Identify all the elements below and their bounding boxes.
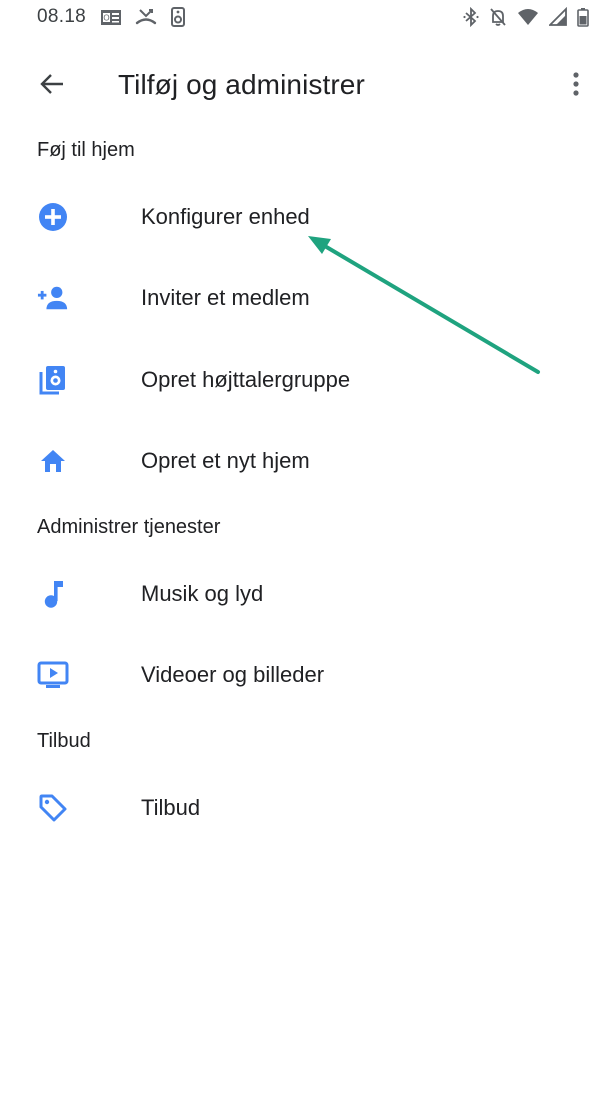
person-add-icon (37, 282, 69, 314)
section-header-offers: Tilbud (37, 730, 91, 752)
section-header-manage-services: Administrer tjenester (37, 516, 221, 538)
list-item-label: Opret et nyt hjem (141, 448, 310, 473)
list-item-videos-photos[interactable]: Videoer og billeder (0, 638, 607, 712)
list-item-invite-member[interactable]: Inviter et medlem (0, 261, 607, 335)
back-button[interactable] (30, 67, 74, 105)
status-icons-left: O (100, 5, 186, 29)
home-icon (37, 445, 69, 477)
list-item-create-new-home[interactable]: Opret et nyt hjem (0, 424, 607, 498)
list-item-label: Musik og lyd (141, 581, 264, 606)
outlook-icon: O (100, 7, 122, 27)
page-title: Tilføj og administrer (118, 69, 365, 100)
list-item-create-speaker-group[interactable]: Opret højttalergruppe (0, 343, 607, 417)
speaker-group-icon (37, 364, 69, 396)
list-item-music-audio[interactable]: Musik og lyd (0, 557, 607, 631)
more-vert-icon (572, 71, 580, 102)
list-item-label: Videoer og billeder (141, 662, 325, 687)
missed-call-icon (134, 7, 158, 27)
list-item-offers[interactable]: Tilbud (0, 771, 607, 845)
signal-icon (549, 7, 567, 27)
speaker-icon (170, 7, 186, 27)
list-item-label: Tilbud (141, 795, 201, 820)
list-item-label: Opret højttalergruppe (141, 367, 351, 392)
notifications-off-icon (489, 7, 507, 27)
add-circle-icon (37, 201, 69, 233)
list-item-setup-device[interactable]: Konfigurer enhed (0, 180, 607, 254)
bluetooth-icon (463, 7, 479, 27)
section-header-add-to-home: Føj til hjem (37, 139, 135, 161)
app-bar: Tilføj og administrer (0, 55, 607, 117)
wifi-icon (517, 7, 539, 27)
arrow-back-icon (39, 72, 65, 101)
battery-icon (577, 7, 589, 27)
music-note-icon (37, 578, 69, 610)
status-icons-right (463, 5, 589, 29)
status-bar: 08.18 O (0, 0, 607, 34)
video-library-icon (37, 659, 69, 691)
offer-tag-icon (37, 792, 69, 824)
svg-text:O: O (103, 14, 109, 23)
list-item-label: Konfigurer enhed (141, 204, 310, 229)
more-options-button[interactable] (561, 67, 591, 105)
screen: 08.18 O Tilføj og administrer Føj til hj… (0, 0, 607, 1117)
list-item-label: Inviter et medlem (141, 285, 310, 310)
status-time: 08.18 (37, 6, 87, 27)
